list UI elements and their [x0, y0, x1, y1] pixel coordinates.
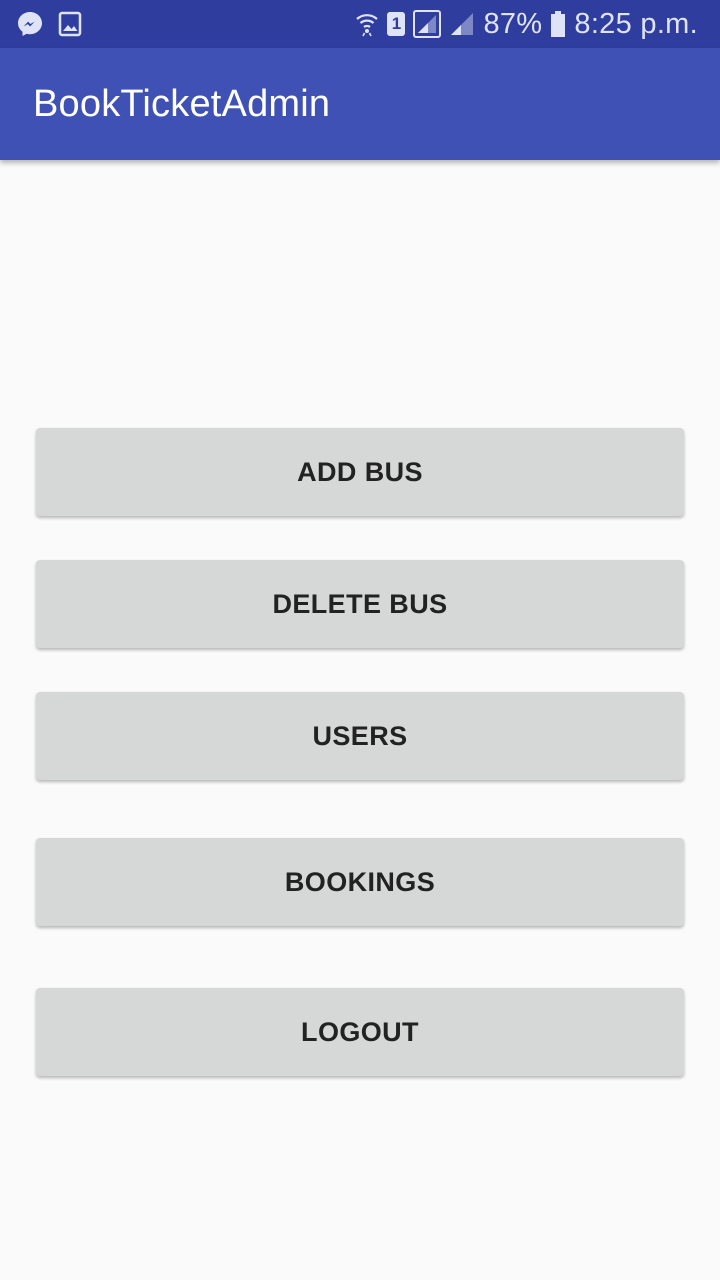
- app-bar: BookTicketAdmin: [0, 48, 720, 160]
- status-bar-right: 1 87% 8:25 p.m.: [347, 8, 698, 41]
- battery-icon: [550, 10, 566, 38]
- sim-icon: 1: [387, 12, 406, 36]
- main-content: ADD BUS DELETE BUS USERS BOOKINGS LOGOUT: [0, 160, 720, 1280]
- signal-icon: [449, 11, 475, 37]
- status-bar: 1 87% 8:25 p.m.: [0, 0, 720, 48]
- sim-slot-badge: 1: [387, 12, 406, 36]
- status-bar-left: [16, 10, 96, 38]
- users-button[interactable]: USERS: [36, 692, 684, 780]
- add-bus-button[interactable]: ADD BUS: [36, 428, 684, 516]
- battery-percent: 87%: [483, 7, 543, 40]
- messenger-icon: [16, 10, 44, 38]
- gallery-icon: [58, 11, 82, 37]
- signal-icon: [413, 10, 442, 38]
- logout-button[interactable]: LOGOUT: [36, 988, 684, 1076]
- delete-bus-button[interactable]: DELETE BUS: [36, 560, 684, 648]
- wifi-icon: [355, 10, 379, 38]
- app-title: BookTicketAdmin: [33, 82, 331, 125]
- clock: 8:25 p.m.: [574, 7, 698, 40]
- bookings-button[interactable]: BOOKINGS: [36, 838, 684, 926]
